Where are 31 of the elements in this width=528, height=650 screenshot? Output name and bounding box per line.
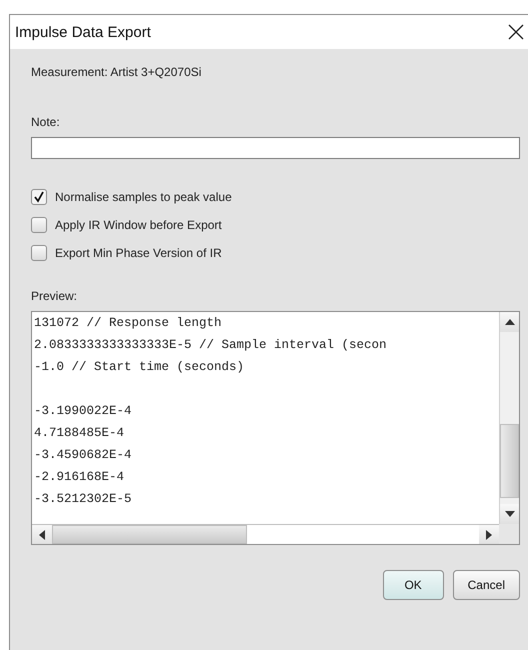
checkbox[interactable] <box>31 245 47 261</box>
preview-line: -3.4590682E-4 <box>34 448 132 462</box>
note-field[interactable] <box>31 137 520 159</box>
note-label: Note: <box>31 115 61 129</box>
checkbox[interactable] <box>31 189 47 205</box>
vertical-scrollbar[interactable] <box>499 312 519 524</box>
preview-line: -3.5212302E-5 <box>34 492 132 506</box>
checkbox-label: Apply IR Window before Export <box>55 218 222 232</box>
horizontal-scrollbar[interactable] <box>32 524 499 544</box>
checkbox-label: Export Min Phase Version of IR <box>55 246 222 260</box>
preview-line: -1.0 // Start time (seconds) <box>34 360 244 374</box>
scroll-thumb[interactable] <box>500 424 519 498</box>
preview-text-area[interactable]: 131072 // Response length 2.0833333333333333E-5 // Sample interval (secon -1.0 // Start time (seconds) -3.1990022E-4 4.7188485E-4 -3.4590682E-4 -2.916168E-4 -3.5212302E-5 <box>31 311 520 545</box>
ok-button[interactable]: OK <box>382 570 444 600</box>
measurement-text: Measurement: Artist 3+Q2070Si <box>31 65 202 79</box>
checkbox[interactable] <box>31 217 47 233</box>
preview-line: -2.916168E-4 <box>34 470 124 484</box>
preview-line: -3.1990022E-4 <box>34 404 132 418</box>
scroll-thumb[interactable] <box>52 525 247 544</box>
preview-label: Preview: <box>31 289 78 303</box>
scroll-down-icon[interactable] <box>500 504 519 524</box>
preview-line: 2.0833333333333333E-5 // Sample interval (secon <box>34 338 387 352</box>
scrollbar-corner <box>499 524 519 544</box>
scroll-left-icon[interactable] <box>32 525 52 544</box>
scroll-up-icon[interactable] <box>500 312 519 332</box>
preview-line: 131072 // Response length <box>34 316 222 330</box>
window-title: Impulse Data Export <box>15 24 151 40</box>
cancel-button[interactable]: Cancel <box>452 570 520 600</box>
preview-line: 4.7188485E-4 <box>34 426 124 440</box>
checkbox-label: Normalise samples to peak value <box>55 190 232 204</box>
scroll-right-icon[interactable] <box>479 525 499 544</box>
